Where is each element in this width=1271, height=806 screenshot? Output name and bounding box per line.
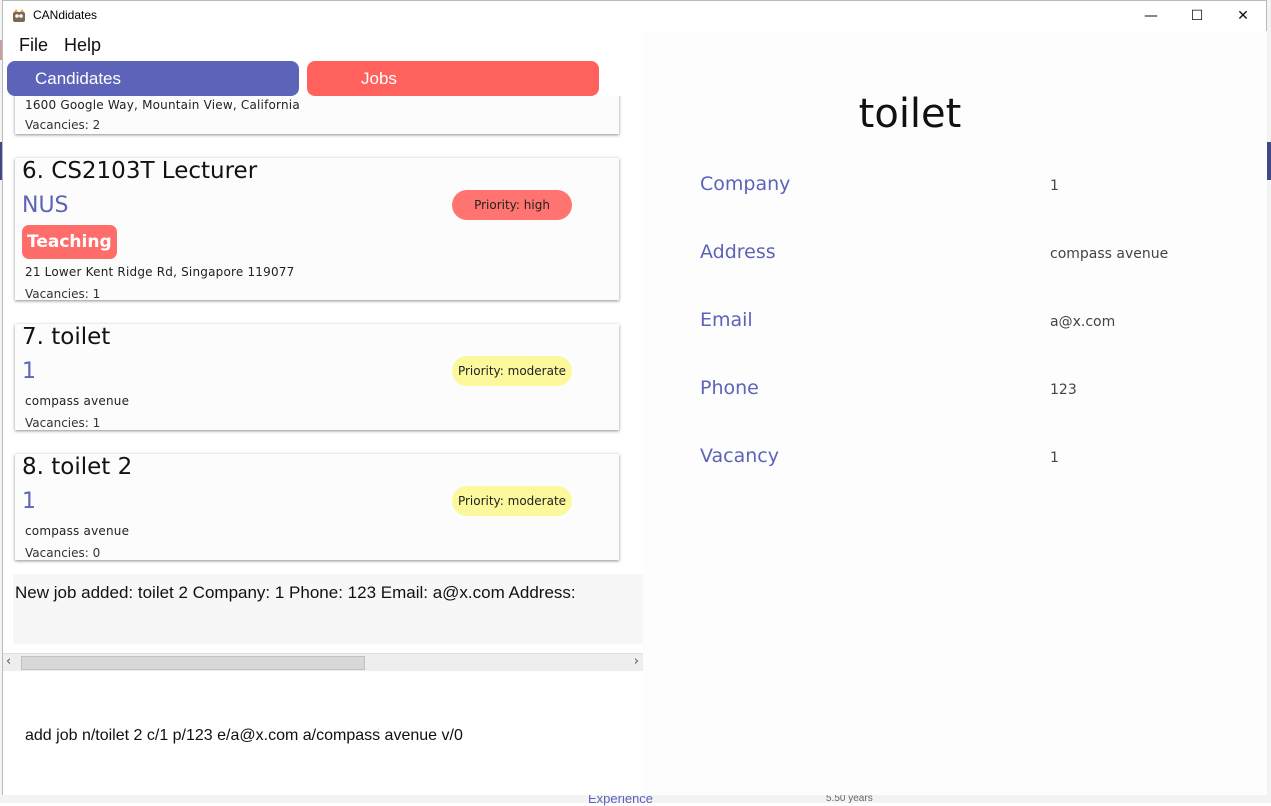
app-window: CANdidates — ☐ ✕ File Help Candidates Jo… [2,0,1267,795]
priority-badge: Priority: high [452,190,572,220]
job-vacancies: Vacancies: 0 [25,546,101,560]
job-title: 8. toilet 2 [22,454,133,480]
detail-label-address: Address [700,241,776,263]
job-card[interactable]: 7. toilet 1 Priority: moderate compass a… [15,324,619,430]
job-card[interactable]: 1600 Google Way, Mountain View, Californ… [15,96,619,134]
left-panel: File Help Candidates Jobs 1600 Google Wa… [3,31,643,795]
detail-value-phone: 123 [1050,382,1077,398]
result-display[interactable]: New job added: toilet 2 Company: 1 Phone… [13,574,643,644]
detail-panel: toilet Company 1 Address compass avenue … [643,31,1267,795]
job-company: 1 [22,359,36,384]
command-box[interactable]: add job n/toilet 2 c/1 p/123 e/a@x.com a… [3,671,643,795]
detail-label-vacancy: Vacancy [700,445,779,467]
detail-label-phone: Phone [700,377,759,399]
job-address: 21 Lower Kent Ridge Rd, Singapore 119077 [25,265,295,279]
menu-bar: File Help [3,31,109,61]
priority-badge: Priority: moderate [452,486,572,516]
job-vacancies: Vacancies: 1 [25,416,101,430]
horizontal-scrollbar[interactable]: ‹ › [3,653,643,671]
detail-value-vacancy: 1 [1050,450,1059,466]
maximize-button[interactable]: ☐ [1174,1,1220,31]
app-logo-icon [13,9,25,22]
job-vacancies: Vacancies: 2 [25,118,101,132]
minimize-button[interactable]: — [1128,1,1174,31]
priority-badge: Priority: moderate [452,356,572,386]
detail-value-company: 1 [1050,178,1059,194]
tab-jobs[interactable]: Jobs [307,61,599,96]
close-button[interactable]: ✕ [1220,1,1266,31]
job-company: 1 [22,489,36,514]
detail-label-company: Company [700,173,791,195]
menu-help[interactable]: Help [56,31,109,61]
menu-file[interactable]: File [3,31,56,61]
job-card[interactable]: 6. CS2103T Lecturer NUS Priority: high T… [15,158,619,300]
job-vacancies: Vacancies: 1 [25,287,101,300]
detail-value-email: a@x.com [1050,314,1116,330]
result-text: New job added: toilet 2 Company: 1 Phone… [15,583,576,602]
title-bar[interactable]: CANdidates — ☐ ✕ [3,1,1266,31]
tab-candidates[interactable]: Candidates [7,61,299,96]
job-card[interactable]: 8. toilet 2 1 Priority: moderate compass… [15,454,619,560]
job-title: 7. toilet [22,324,111,350]
scroll-left-icon[interactable]: ‹ [6,654,11,669]
job-address: 1600 Google Way, Mountain View, Californ… [25,98,300,112]
detail-value-address: compass avenue [1050,246,1169,262]
detail-label-email: Email [700,309,753,331]
detail-title: toilet [858,91,962,137]
job-address: compass avenue [25,394,130,408]
job-tag: Teaching [22,225,117,259]
job-company: NUS [22,193,69,218]
job-title: 6. CS2103T Lecturer [22,158,258,184]
command-input[interactable]: add job n/toilet 2 c/1 p/123 e/a@x.com a… [25,727,463,745]
scroll-right-icon[interactable]: › [634,654,639,669]
job-list[interactable]: 1600 Google Way, Mountain View, Californ… [3,96,643,574]
job-address: compass avenue [25,524,130,538]
window-title: CANdidates [33,8,98,22]
scrollbar-thumb[interactable] [21,656,365,670]
